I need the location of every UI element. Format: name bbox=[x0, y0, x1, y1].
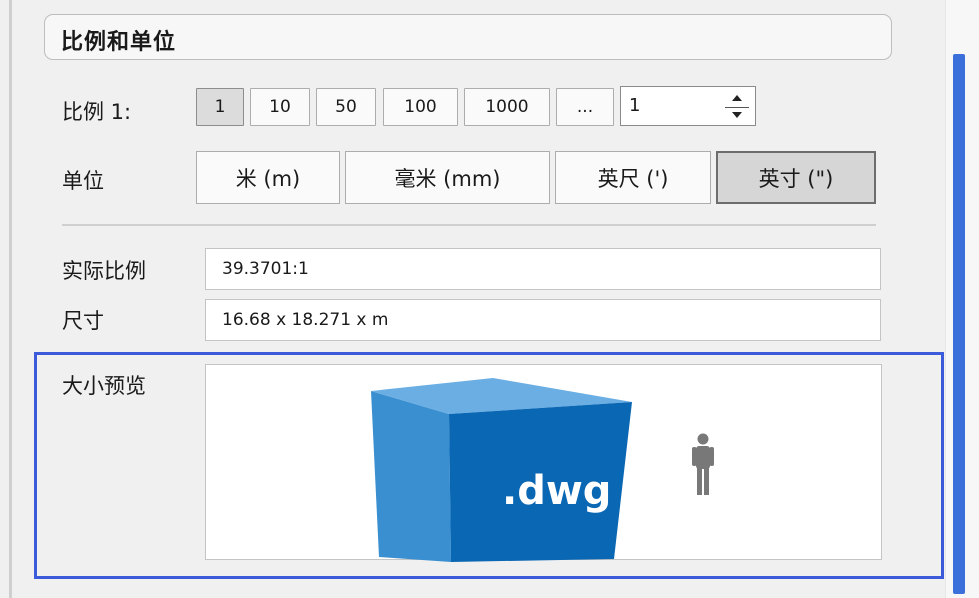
section-title: 比例和单位 bbox=[61, 30, 177, 55]
dwg-cube-icon: .dwg bbox=[371, 378, 632, 562]
unit-button-in[interactable]: 英寸 (") bbox=[716, 151, 876, 204]
actual-scale-label: 实际比例 bbox=[62, 259, 146, 283]
size-preview: .dwg bbox=[205, 364, 882, 562]
section-header[interactable]: 比例和单位 bbox=[44, 14, 892, 60]
actual-scale-field: 39.3701:1 bbox=[205, 248, 881, 290]
scale-label: 比例 1: bbox=[62, 100, 132, 124]
preview-label: 大小预览 bbox=[62, 374, 146, 398]
unit-button-m[interactable]: 米 (m) bbox=[196, 151, 340, 204]
dimensions-field: 16.68 x 18.271 x m bbox=[205, 299, 881, 341]
scale-button-50[interactable]: 50 bbox=[316, 88, 376, 126]
cube-label: .dwg bbox=[502, 468, 611, 514]
person-icon bbox=[692, 433, 714, 495]
scale-button-more[interactable]: ... bbox=[556, 88, 614, 126]
spin-down-icon[interactable] bbox=[725, 106, 749, 124]
panel-left-border bbox=[9, 0, 12, 598]
units-label: 单位 bbox=[62, 169, 104, 193]
unit-button-mm[interactable]: 毫米 (mm) bbox=[345, 151, 550, 204]
scale-button-1[interactable]: 1 bbox=[196, 88, 244, 126]
dimensions-value: 16.68 x 18.271 x m bbox=[222, 310, 389, 330]
dimensions-label: 尺寸 bbox=[62, 309, 104, 333]
divider bbox=[62, 224, 876, 226]
actual-scale-value: 39.3701:1 bbox=[222, 259, 309, 279]
scale-button-1000[interactable]: 1000 bbox=[464, 88, 550, 126]
scale-stepper[interactable]: 1 bbox=[620, 86, 756, 126]
scale-button-10[interactable]: 10 bbox=[250, 88, 310, 126]
scale-button-100[interactable]: 100 bbox=[383, 88, 458, 126]
scale-stepper-value[interactable]: 1 bbox=[629, 95, 640, 116]
unit-button-ft[interactable]: 英尺 (') bbox=[555, 151, 711, 204]
scrollbar-thumb[interactable] bbox=[953, 54, 965, 594]
